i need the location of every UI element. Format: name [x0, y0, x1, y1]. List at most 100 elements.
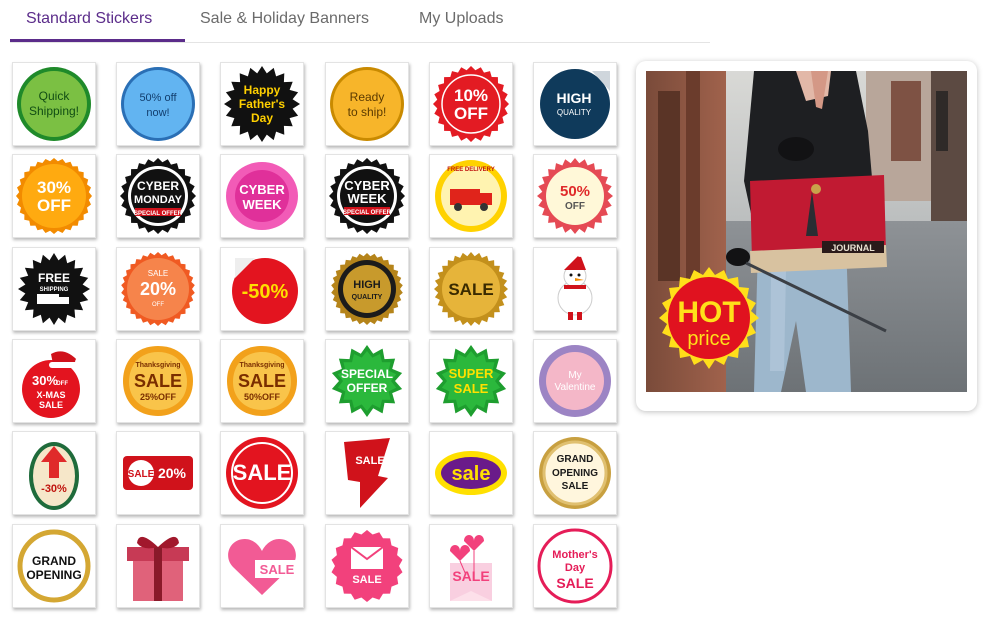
sticker-tile-30-off[interactable]: 30% OFF — [12, 154, 96, 239]
sticker-tile-xmas-sale[interactable]: 30% OFF X-MAS SALE — [12, 338, 96, 423]
sticker-tile-10-off[interactable]: 10% OFF — [428, 62, 513, 146]
sticker-text: 50% off — [140, 92, 178, 104]
sticker-category-tabs: Standard Stickers Sale & Holiday Banners… — [10, 0, 710, 43]
sticker-graphic: QuickShipping! — [17, 67, 91, 141]
tab-my-uploads[interactable]: My Uploads — [419, 10, 503, 28]
sticker-tile-cyber-week-black[interactable]: CYBER WEEK SPECIAL OFFER — [324, 154, 409, 239]
sticker-tile-happy-fathers-day[interactable]: Happy Father's Day — [220, 62, 305, 146]
sticker-tile-high-quality-seal[interactable]: HIGH QUALITY — [324, 246, 409, 331]
sticker-tile-ready-to-ship[interactable]: Ready to ship! — [324, 62, 409, 146]
sticker-tile-sale-arrow[interactable]: SALE — [324, 431, 409, 516]
sticker-tile-my-valentine[interactable]: My Valentine — [533, 338, 617, 423]
sticker-tile-sale-envelope[interactable]: SALE — [324, 523, 409, 608]
sticker-tile-thanksgiving-sale-50[interactable]: Thanksgiving SALE 50%OFF — [220, 338, 305, 423]
hot-price-sticker[interactable]: HOT price — [653, 265, 765, 377]
sticker-text: SALE — [260, 562, 295, 577]
sticker-graphic: 30%OFF — [16, 158, 92, 235]
sticker-text: 30% — [37, 178, 71, 197]
active-tab-indicator — [10, 39, 185, 42]
sticker-graphic: FREE DELIVERY — [434, 160, 507, 233]
sticker-text: OFF — [454, 104, 488, 123]
sticker-text: 20% — [140, 279, 176, 299]
sticker-tile-free-shipping[interactable]: FREE SHIPPING — [12, 246, 96, 331]
sticker-text: GRAND — [32, 554, 76, 568]
sticker-text: CYBER — [240, 182, 286, 197]
sticker-tile-sale-heart[interactable]: SALE — [220, 523, 305, 608]
sticker-tile-thanksgiving-sale-25[interactable]: Thanksgiving SALE 25%OFF — [116, 338, 201, 423]
sticker-tile-quick-shipping[interactable]: Quick Shipping! — [12, 62, 96, 146]
sticker-text: X-MAS — [37, 390, 66, 400]
sticker-tile-mothers-day-sale[interactable]: Mother's Day SALE — [533, 523, 617, 608]
sticker-text: SALE — [453, 381, 488, 396]
sticker-tile-high-quality[interactable]: HIGH QUALITY — [533, 62, 617, 146]
sticker-text: OPENING — [26, 568, 81, 582]
sticker-graphic: sale — [434, 451, 507, 496]
sticker-text: sale — [451, 463, 490, 485]
sticker-tile-sale-20-off[interactable]: SALE 20% OFF — [116, 246, 201, 331]
sticker-graphic: SALE — [226, 437, 299, 510]
sticker-graphic: Readyto ship! — [329, 67, 404, 141]
tab-sale-holiday-banners[interactable]: Sale & Holiday Banners — [200, 10, 369, 28]
sticker-graphic: -30% — [29, 442, 79, 511]
sticker-text: OPENING — [552, 468, 598, 479]
sticker-text: SHIPPING — [40, 287, 69, 293]
sticker-graphic: GRAND OPENING SALE — [539, 437, 611, 510]
sticker-text: SALE — [352, 574, 381, 586]
sticker-graphic: SALE — [343, 438, 390, 509]
sticker-text: SPECIAL OFFER — [343, 210, 392, 216]
sticker-graphic: SALE — [449, 534, 492, 601]
sticker-text: SALE — [452, 568, 489, 584]
sticker-text: Valentine — [555, 382, 596, 393]
sticker-text: QUALITY — [557, 108, 592, 117]
sticker-tile-cyber-week-pink[interactable]: CYBER WEEK — [220, 154, 305, 239]
sticker-tile-sale-purple[interactable]: sale — [428, 431, 513, 516]
sticker-text: -50% — [242, 281, 289, 303]
sticker-text: WEEK — [347, 191, 387, 206]
sticker-graphic: SUPERSALE — [435, 344, 506, 417]
sticker-text: SALE — [128, 469, 155, 480]
sticker-tile-grand-opening-sale[interactable]: GRAND OPENING SALE — [533, 431, 617, 516]
sticker-graphic: Thanksgiving SALE50%OFF — [227, 345, 298, 416]
hot-price-line-2: price — [687, 328, 730, 350]
sticker-tile-egg-minus-30[interactable]: -30% — [12, 431, 96, 516]
sticker-tile-50-off-now[interactable]: 50% off now! — [116, 62, 201, 146]
sticker-text: SPECIAL — [341, 367, 393, 381]
sticker-text: Father's — [239, 97, 286, 111]
sticker-text: Happy — [244, 83, 281, 97]
sticker-text: 25%OFF — [140, 392, 177, 402]
sticker-tile-free-delivery[interactable]: FREE DELIVERY — [428, 154, 513, 239]
sticker-text: now! — [147, 107, 170, 119]
sticker-graphic — [557, 250, 593, 320]
sticker-tile-grand-opening[interactable]: GRAND OPENING — [12, 523, 96, 608]
sticker-text: Thanksgiving — [136, 362, 181, 369]
sticker-tile-snowman[interactable] — [533, 246, 617, 331]
sticker-text: SALE — [233, 460, 292, 485]
sticker-tile-sale-gold-seal[interactable]: SALE — [428, 246, 513, 331]
sticker-graphic: 50% off now! — [121, 67, 196, 141]
sticker-text: FREE — [38, 271, 70, 285]
sticker-graphic: 50%OFF — [537, 158, 613, 235]
sticker-graphic: MyValentine — [539, 344, 611, 417]
sticker-text: SUPER — [448, 366, 493, 381]
sticker-tile-cyber-monday[interactable]: CYBER MONDAY SPECIAL OFFER — [116, 154, 201, 239]
sticker-graphic: -50% — [232, 257, 299, 324]
sticker-text: 50%OFF — [244, 392, 281, 402]
tab-standard-stickers[interactable]: Standard Stickers — [26, 10, 152, 28]
sticker-tile-special-offer[interactable]: SPECIAL OFFER — [324, 338, 409, 423]
sticker-graphic: CYBERWEEK — [226, 162, 299, 231]
sticker-text: SALE — [556, 575, 593, 591]
sticker-graphic: SALE20% OFF — [121, 251, 195, 326]
sticker-tile-minus-50-percent[interactable]: -50% — [220, 246, 305, 331]
sticker-tile-sale-balloons[interactable]: SALE — [428, 523, 513, 608]
sticker-tile-sale-20-banner[interactable]: SALE 20% — [116, 431, 201, 516]
sticker-tile-super-sale[interactable]: SUPER SALE — [428, 338, 513, 423]
sticker-graphic: GRANDOPENING — [17, 529, 91, 602]
sticker-graphic: HIGH QUALITY — [540, 69, 610, 139]
sticker-tile-gift-box[interactable] — [116, 523, 201, 608]
sticker-graphic: SALE — [331, 529, 403, 602]
sticker-text: OFF — [56, 381, 68, 387]
sticker-tile-sale-red-circle[interactable]: SALE — [220, 431, 305, 516]
sticker-tile-50-off-badge[interactable]: 50% OFF — [533, 154, 617, 239]
sticker-text: SALE — [562, 481, 589, 492]
preview-photo: JOURNAL HOT price — [646, 71, 967, 392]
